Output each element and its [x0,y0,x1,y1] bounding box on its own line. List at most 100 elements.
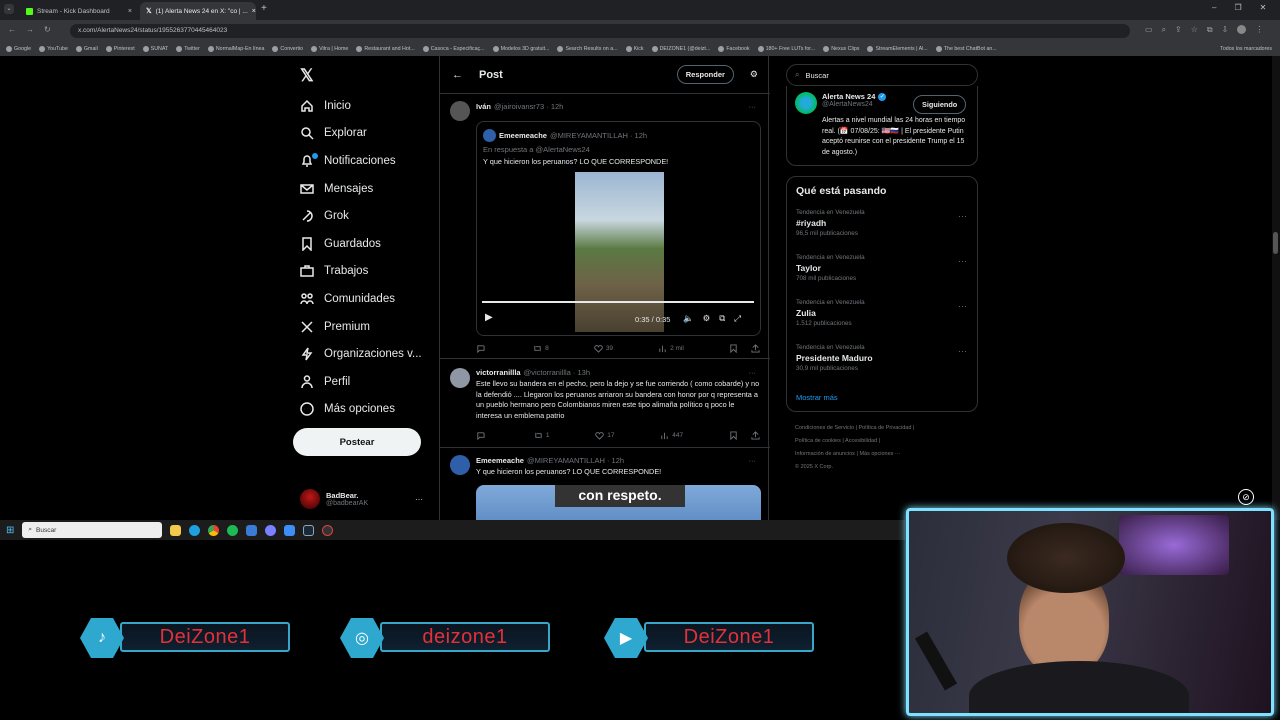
bookmark-action[interactable] [729,344,760,353]
share-icon[interactable] [751,431,760,440]
trend-item[interactable]: Tendencia en Venezuela Zulia 1.512 publica… [787,293,977,338]
nav-item-premium[interactable]: Premium [292,313,432,341]
bookmark-item[interactable]: Twitter [176,46,200,52]
tweet-media[interactable]: con respeto. [476,485,761,520]
bookmark-item[interactable]: YouTube [39,46,68,52]
nav-item-mensajes[interactable]: Mensajes [292,175,432,203]
bookmark-item[interactable]: The best ChatBot an... [935,46,997,52]
views-action[interactable]: 2 mil [658,344,684,353]
retweet-action[interactable]: 1 [534,431,549,440]
bookmark-item[interactable]: Gmail [75,46,98,52]
zoom-icon[interactable]: ⌕ [1162,25,1166,35]
file-explorer-icon[interactable] [170,524,182,536]
nav-item-perfil[interactable]: Perfil [292,368,432,396]
more-icon[interactable]: ··· [749,368,757,377]
reply-action[interactable] [476,431,488,440]
like-action[interactable]: 17 [595,431,614,440]
tab-alerta-news[interactable]: 𝕏 (1) Alerta News 24 en X: "co | ... × [140,2,256,20]
volume-icon[interactable]: 🔈 [683,313,694,324]
nav-item-guardados[interactable]: Guardados [292,230,432,258]
scrollbar-thumb[interactable] [1273,232,1278,254]
scrollbar[interactable] [1272,56,1280,520]
play-icon[interactable]: ▶ [485,312,493,323]
share-icon[interactable] [751,344,760,353]
close-icon[interactable]: × [128,8,132,15]
views-action[interactable]: 447 [660,431,683,440]
nav-item-comunidades[interactable]: Comunidades [292,285,432,313]
reply-tweet[interactable]: victorranillla @victorranillla · 13h ···… [440,360,770,448]
reload-icon[interactable]: ↻ [44,25,51,34]
more-icon[interactable]: ··· [958,301,967,311]
fullscreen-icon[interactable]: ⤢ [734,313,741,324]
post-button[interactable]: Postear [293,428,421,456]
bookmark-item[interactable]: DEIZONE1 (@deizt... [651,46,710,52]
nav-item-grok[interactable]: Grok [292,202,432,230]
bookmark-item[interactable]: Restaurant and Hot... [356,46,415,52]
nav-item-inicio[interactable]: Inicio [292,92,432,120]
share-icon[interactable]: ⇪ [1175,25,1182,35]
retweet-action[interactable]: 8 [533,344,549,353]
downloads-icon[interactable]: ⇩ [1222,25,1229,35]
steam-icon[interactable] [303,524,315,536]
search-input[interactable]: ⌕ Buscar [786,64,978,86]
new-tab-button[interactable]: + [261,3,267,14]
nav-item-organizaciones-v[interactable]: Organizaciones v... [292,340,432,368]
bookmark-item[interactable]: Casoca - Especificaç... [422,46,485,52]
bookmark-item[interactable]: Modelos 3D gratuit... [492,46,549,52]
reply-tweet[interactable]: Iván @jairoivansr73 · 12h ··· Emeemeache… [440,95,770,359]
bookmark-item[interactable]: 180+ Free LUTs for... [757,46,815,52]
nav-item-notificaciones[interactable]: Notificaciones [292,147,432,175]
nav-item-trabajos[interactable]: Trabajos [292,258,432,286]
like-action[interactable]: 39 [594,344,613,353]
url-field[interactable]: x.com/AlertaNews24/status/19552637704454… [70,24,1130,38]
minimize-icon[interactable]: – [1212,3,1216,12]
footer-link[interactable]: Condiciones de Servicio [795,425,854,431]
bookmark-item[interactable]: Pinterest [105,46,135,52]
tweet-author[interactable]: Iván [476,102,491,111]
close-icon[interactable]: × [252,8,256,15]
cast-icon[interactable]: ▭ [1145,25,1153,35]
more-icon[interactable]: ··· [958,211,967,221]
footer-link[interactable]: Política de cookies [795,438,841,444]
bookmark-item[interactable]: Facebook [718,46,750,52]
tweet-author[interactable]: victorranillla [476,368,521,377]
reply-tweet[interactable]: Emeemeache @MIREYAMANTILLAH · 12h ··· Y … [440,449,770,520]
footer-link[interactable]: Política de Privacidad [859,425,912,431]
nav-item-más-opciones[interactable]: Más opciones [292,396,432,424]
following-button[interactable]: Siguiendo [913,95,967,114]
streamlabs-icon[interactable] [284,524,296,536]
taskbar-search[interactable]: ⌕ Buscar [22,522,163,538]
forward-icon[interactable]: → [26,25,34,34]
app-icon[interactable] [246,524,258,536]
close-window-icon[interactable]: ✕ [1260,3,1267,12]
footer-link[interactable]: Accesibilidad [845,438,877,444]
bookmark-item[interactable]: Nexus Clips [823,46,859,52]
maximize-icon[interactable]: ❐ [1234,3,1241,12]
footer-link[interactable]: Más opciones ··· [859,451,900,457]
extensions-icon[interactable]: ⧉ [1207,25,1213,35]
spotify-icon[interactable] [227,524,239,536]
bookmark-action[interactable] [729,431,760,440]
back-arrow-icon[interactable]: ← [452,69,463,81]
nav-item-explorar[interactable]: Explorar [292,120,432,148]
windows-start-icon[interactable]: ⊞ [6,525,14,536]
avatar[interactable] [795,92,817,114]
all-bookmarks[interactable]: Todos los marcadores [1220,46,1280,52]
profile-name[interactable]: Alerta News 24 [822,92,875,101]
account-switcher[interactable]: BadBear. @badbearAK ··· [300,484,435,514]
edge-icon[interactable] [189,524,201,536]
discord-icon[interactable] [265,524,277,536]
star-icon[interactable]: ☆ [1191,25,1198,35]
tab-kick-dashboard[interactable]: Stream - Kick Dashboard × [20,2,138,20]
bookmark-item[interactable]: Search Results on a... [557,46,618,52]
more-icon[interactable]: ··· [958,256,967,266]
tweet-author[interactable]: Emeemeache [476,456,524,465]
bookmark-item[interactable]: NormalMap-En línea [207,46,264,52]
bookmark-item[interactable]: Vitra | Home [311,46,348,52]
bookmark-item[interactable]: Kick [625,46,644,52]
tab-list-icon[interactable]: ⌄ [4,4,14,14]
menu-icon[interactable]: ⋮ [1255,25,1263,35]
reply-action[interactable] [476,344,488,353]
settings-icon[interactable]: ⚙ [703,313,711,324]
more-icon[interactable]: ··· [415,495,423,504]
